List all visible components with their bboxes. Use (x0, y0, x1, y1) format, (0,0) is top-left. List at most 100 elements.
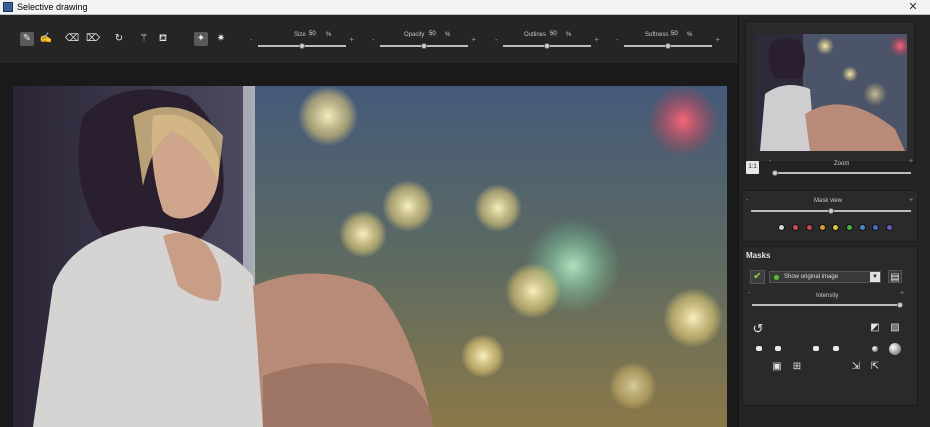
mask-bullet-4[interactable] (833, 346, 839, 351)
mask-color-red[interactable] (806, 224, 813, 231)
eraser-alt-tool[interactable]: ⌦ (86, 32, 100, 46)
folder-icon: ▣ (772, 361, 782, 372)
add-mask-button[interactable]: ⊞ (790, 360, 804, 373)
opacity-label: Opacity (404, 32, 425, 38)
mask-color-violet[interactable] (886, 224, 893, 231)
zoom-thumb[interactable] (772, 170, 778, 176)
outlines-label: Outlines (524, 32, 547, 38)
mask-color-indigo[interactable] (872, 224, 879, 231)
intensity-track[interactable] (752, 304, 902, 306)
bucket-icon: ⛾ (158, 33, 168, 44)
outlines-unit: % (566, 32, 572, 38)
mask-color-green[interactable] (846, 224, 853, 231)
size-slider[interactable]: - Size 50 % + (250, 30, 354, 54)
mask-view-thumb[interactable] (828, 208, 834, 214)
list-icon: ▤ (890, 272, 900, 283)
mask-color-orange[interactable] (819, 224, 826, 231)
brush-hand-tool[interactable]: ✍ (39, 32, 53, 46)
mask-color-pink[interactable] (792, 224, 799, 231)
outlines-thumb[interactable] (544, 43, 550, 49)
zoom-track[interactable] (773, 172, 911, 174)
preview-illustration (755, 34, 907, 151)
softness-label: Softness (645, 32, 669, 38)
zoom-minus[interactable]: - (769, 158, 771, 165)
brush-tool[interactable]: ✎ (20, 32, 34, 46)
mask-view-label: Mask view (814, 198, 843, 204)
mask-bullet-3[interactable] (813, 346, 819, 351)
invert-mask-button[interactable]: ◩ (868, 321, 882, 334)
photo-illustration (13, 86, 727, 427)
mask-view-minus[interactable]: - (746, 197, 748, 204)
mask-bullet-2[interactable] (775, 346, 781, 351)
mask-color-blue[interactable] (859, 224, 866, 231)
softness-slider[interactable]: - Softness 50 % + (616, 30, 720, 54)
small-brush-ball[interactable] (872, 346, 878, 352)
fill-tool[interactable]: ⛾ (156, 32, 170, 46)
app-icon (3, 2, 13, 12)
status-dot-icon (774, 275, 779, 280)
sparkle-icon: ✷ (216, 33, 226, 44)
zoom-1to1-button[interactable]: 1:1 (746, 161, 759, 174)
mask-select[interactable]: Show original image ▼ (769, 271, 881, 283)
opacity-thumb[interactable] (421, 43, 427, 49)
magic-select-icon: ✦ (196, 33, 206, 44)
size-plus[interactable]: + (349, 35, 354, 44)
size-thumb[interactable] (299, 43, 305, 49)
mask-select-value: Show original image (784, 274, 839, 280)
import-mask-button[interactable]: ⇲ (849, 360, 863, 373)
mask-color-white[interactable] (778, 224, 785, 231)
hand-brush-icon: ✍ (39, 33, 53, 44)
chevron-down-icon[interactable]: ▼ (870, 272, 880, 282)
intensity-thumb[interactable] (897, 302, 903, 308)
softness-minus[interactable]: - (616, 35, 619, 44)
intensity-minus[interactable]: - (748, 290, 750, 297)
export-mask-button[interactable]: ⇱ (868, 360, 882, 373)
outlines-plus[interactable]: + (594, 35, 599, 44)
outlines-minus[interactable]: - (495, 35, 498, 44)
mask-view-plus[interactable]: + (909, 197, 913, 204)
title-bar: Selective drawing ✕ (0, 0, 930, 15)
masks-title: Masks (746, 251, 771, 260)
outlines-value[interactable]: 50 (549, 31, 558, 37)
large-brush-ball[interactable] (889, 343, 901, 355)
eraser-tool[interactable]: ⌫ (65, 32, 79, 46)
opacity-plus[interactable]: + (471, 35, 476, 44)
window-title: Selective drawing (17, 2, 88, 12)
navigator-preview[interactable] (745, 21, 915, 163)
zoom-plus[interactable]: + (909, 158, 913, 165)
close-button[interactable]: ✕ (905, 0, 921, 14)
softness-thumb[interactable] (665, 43, 671, 49)
mask-list-button[interactable]: ▤ (888, 270, 902, 283)
size-minus[interactable]: - (250, 35, 253, 44)
undo-button[interactable]: ↺ (751, 322, 765, 335)
brush-icon: ✎ (22, 33, 32, 44)
opacity-value[interactable]: 50 (428, 31, 437, 37)
opacity-minus[interactable]: - (372, 35, 375, 44)
mask-bullet-1[interactable] (756, 346, 762, 351)
add-layer-icon: ⊞ (792, 361, 802, 372)
eraser-fill-icon: ⌦ (86, 33, 101, 44)
lasso-tool[interactable]: ↻ (112, 32, 126, 46)
wand-tool[interactable]: ⚚ (137, 32, 151, 46)
softness-value[interactable]: 50 (670, 31, 679, 37)
magic-select-tool[interactable]: ✦ (194, 32, 208, 46)
image-mask-button[interactable]: ▨ (888, 321, 902, 334)
image-icon: ▨ (890, 322, 900, 333)
undo-icon: ↺ (752, 321, 764, 336)
mask-apply-button[interactable]: ✔ (750, 270, 765, 284)
wand-icon: ⚚ (139, 33, 149, 44)
invert-icon: ◩ (870, 322, 880, 333)
toolbar: ✎ ✍ ⌫ ⌦ ↻ ⚚ ⛾ ✦ ✷ - Size 50 % + - Opacit… (0, 15, 738, 63)
opacity-slider[interactable]: - Opacity 50 % + (372, 30, 476, 54)
softness-plus[interactable]: + (715, 35, 720, 44)
sparkle-tool[interactable]: ✷ (214, 32, 228, 46)
export-icon: ⇱ (870, 361, 880, 372)
outlines-slider[interactable]: - Outlines 50 % + (495, 30, 599, 54)
preview-thumbnail[interactable] (755, 34, 907, 151)
eraser-icon: ⌫ (65, 33, 80, 44)
photo-canvas[interactable] (13, 86, 727, 427)
mask-color-yellow[interactable] (832, 224, 839, 231)
intensity-plus[interactable]: + (900, 290, 904, 297)
size-value[interactable]: 50 (308, 31, 317, 37)
save-mask-button[interactable]: ▣ (770, 360, 784, 373)
